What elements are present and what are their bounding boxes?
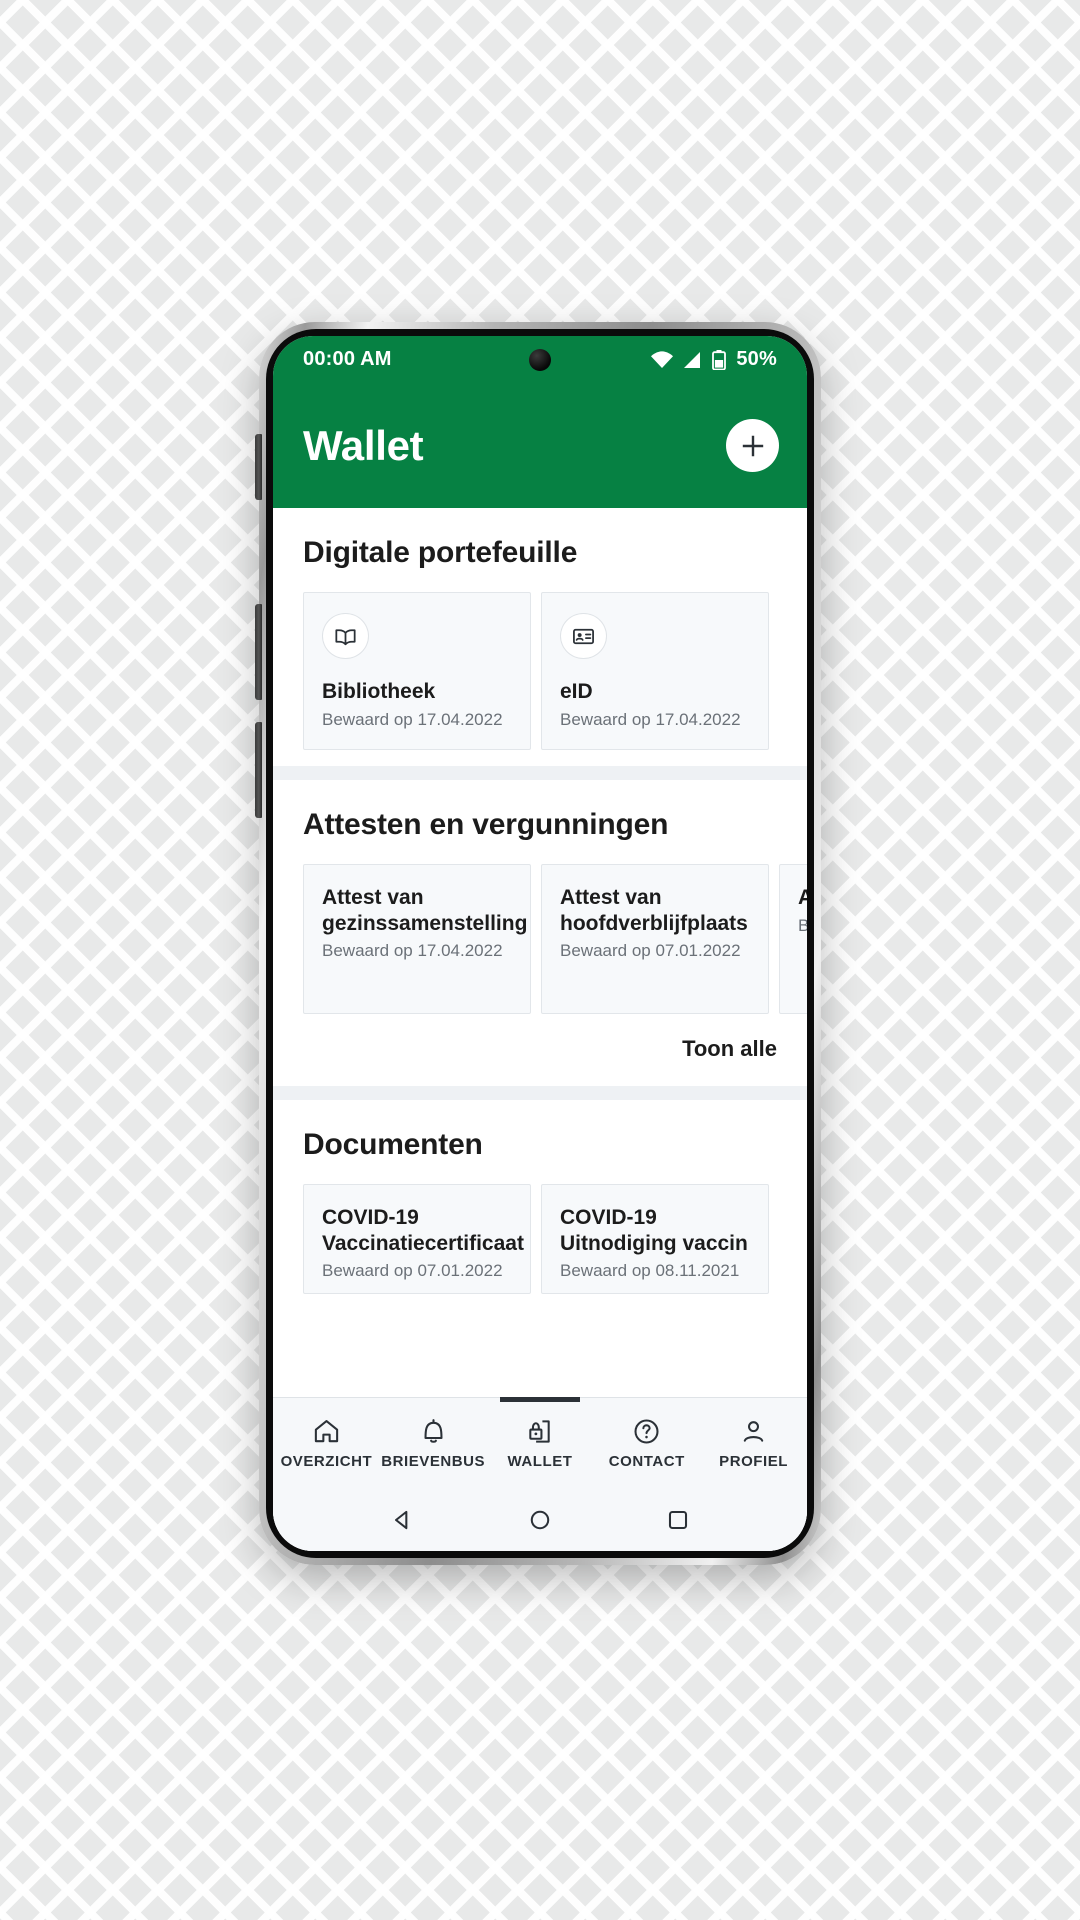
battery-icon xyxy=(712,349,727,370)
content-filler xyxy=(273,1310,807,1397)
card-attest-hoofdverblijfplaats[interactable]: Attest van hoofdverblijfplaats Bewaard o… xyxy=(541,864,769,1014)
card-title: eID xyxy=(560,680,593,704)
id-card-icon xyxy=(560,613,607,660)
back-triangle-icon[interactable] xyxy=(389,1507,415,1533)
question-circle-icon xyxy=(632,1417,661,1446)
card-title: Attest xyxy=(798,886,807,909)
status-bar-time: 00:00 AM xyxy=(303,348,392,370)
section-title: Documenten xyxy=(303,1128,483,1161)
card-covid-vaccinatiecertificaat[interactable]: COVID-19 Vaccinatiecertificaat Bewaard o… xyxy=(303,1184,531,1294)
nav-item-brievenbus[interactable]: BRIEVENBUS xyxy=(380,1398,487,1489)
phone-screen: 00:00 AM 50% Wallet Digitale portefeuill… xyxy=(273,336,807,1551)
show-all-row: Toon alle xyxy=(273,1014,807,1070)
card-subtitle: Bewaard op 17.04.2022 xyxy=(322,709,503,729)
card-bibliotheek[interactable]: Bibliotheek Bewaard op 17.04.2022 xyxy=(303,592,531,750)
card-attest-partial[interactable]: Attest Bewaa xyxy=(779,864,807,1014)
card-title: Attest van gezinssamenstelling xyxy=(322,886,528,935)
nav-item-profiel[interactable]: PROFIEL xyxy=(700,1398,807,1489)
section-documenten: Documenten COVID-19 Vaccinatiecertificaa… xyxy=(273,1100,807,1310)
battery-percent-label: 50% xyxy=(736,348,777,370)
home-icon xyxy=(312,1417,341,1446)
card-attest-gezinssamenstelling[interactable]: Attest van gezinssamenstelling Bewaard o… xyxy=(303,864,531,1014)
nav-label: BRIEVENBUS xyxy=(381,1453,486,1470)
android-system-navigation xyxy=(273,1489,807,1551)
main-content: Digitale portefeuille Bibliotheek Bewaar… xyxy=(273,508,807,1551)
nav-label: WALLET xyxy=(507,1453,573,1470)
section-digitale-portefeuille: Digitale portefeuille Bibliotheek Bewaar… xyxy=(273,508,807,766)
section-title: Digitale portefeuille xyxy=(303,536,578,569)
book-icon xyxy=(322,613,369,660)
card-subtitle: Bewaa xyxy=(798,915,807,935)
card-row-documenten: COVID-19 Vaccinatiecertificaat Bewaard o… xyxy=(273,1184,807,1294)
card-eid[interactable]: eID Bewaard op 17.04.2022 xyxy=(541,592,769,750)
phone-button-mute[interactable] xyxy=(255,434,262,500)
card-subtitle: Bewaard op 07.01.2022 xyxy=(560,941,741,961)
card-row-wallet: Bibliotheek Bewaard op 17.04.2022 eID Be… xyxy=(273,592,807,750)
card-title: Attest van hoofdverblijfplaats xyxy=(560,886,748,935)
card-subtitle: Bewaard op 17.04.2022 xyxy=(322,941,503,961)
bell-icon xyxy=(419,1417,448,1446)
card-subtitle: Bewaard op 08.11.2021 xyxy=(560,1261,740,1281)
card-covid-uitnodiging-vaccin[interactable]: COVID-19 Uitnodiging vaccin Bewaard op 0… xyxy=(541,1184,769,1294)
section-title: Attesten en vergunningen xyxy=(303,808,669,841)
phone-device: 00:00 AM 50% Wallet Digitale portefeuill… xyxy=(255,322,821,1565)
phone-button-power[interactable] xyxy=(255,722,262,818)
home-circle-icon[interactable] xyxy=(527,1507,553,1533)
person-icon xyxy=(739,1417,768,1446)
section-divider xyxy=(273,1086,807,1100)
card-subtitle: Bewaard op 17.04.2022 xyxy=(560,709,741,729)
card-title: Bibliotheek xyxy=(322,680,436,704)
card-title: COVID-19 Vaccinatiecertificaat xyxy=(322,1206,524,1255)
front-camera-punch-hole xyxy=(529,349,551,371)
app-bar: Wallet xyxy=(273,383,807,508)
wifi-icon xyxy=(650,350,674,369)
card-subtitle: Bewaard op 07.01.2022 xyxy=(322,1261,503,1281)
phone-button-volume[interactable] xyxy=(255,604,262,700)
nav-label: PROFIEL xyxy=(719,1453,789,1470)
card-row-attesten[interactable]: Attest van gezinssamenstelling Bewaard o… xyxy=(273,864,807,1014)
section-attesten-en-vergunningen: Attesten en vergunningen Attest van gezi… xyxy=(273,780,807,1086)
page-title: Wallet xyxy=(303,421,424,469)
nav-item-wallet[interactable]: WALLET xyxy=(487,1397,594,1489)
show-all-link[interactable]: Toon alle xyxy=(682,1036,777,1062)
recents-square-icon[interactable] xyxy=(665,1507,691,1533)
locked-document-icon xyxy=(525,1417,554,1446)
nav-item-contact[interactable]: CONTACT xyxy=(593,1398,700,1489)
bottom-navigation-bar: OVERZICHT BRIEVENBUS WALLET CONTACT PROF… xyxy=(273,1397,807,1489)
add-button[interactable] xyxy=(726,419,779,472)
nav-label: OVERZICHT xyxy=(280,1453,373,1470)
card-title: COVID-19 Uitnodiging vaccin xyxy=(560,1206,748,1255)
status-bar: 00:00 AM 50% xyxy=(273,336,807,383)
cellular-signal-icon xyxy=(683,351,703,369)
nav-item-overzicht[interactable]: OVERZICHT xyxy=(273,1398,380,1489)
section-divider xyxy=(273,766,807,780)
nav-label: CONTACT xyxy=(608,1453,685,1470)
status-bar-icons: 50% xyxy=(650,348,777,371)
plus-icon xyxy=(740,433,766,459)
